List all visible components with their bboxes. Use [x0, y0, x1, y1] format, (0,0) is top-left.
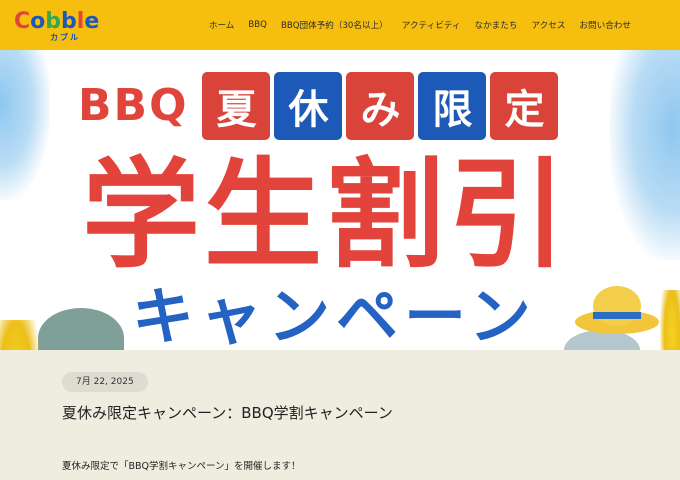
- site-header: Cobble カブル ホーム BBQ BBQ団体予約（30名以上） アクティビテ…: [0, 0, 680, 50]
- straw-hat-icon: [575, 286, 659, 334]
- hero-banner: BBQ 夏 休 み 限 定 学生割引 キャンペーン: [0, 50, 680, 350]
- hero-tag: 限: [418, 72, 487, 140]
- logo-subtext: カブル: [50, 33, 80, 42]
- post-content: 7月 22, 2025 夏休み限定キャンペーン：BBQ学割キャンペーン 夏休み限…: [42, 350, 680, 480]
- sky-decoration-right: [610, 50, 680, 260]
- nav-access[interactable]: アクセス: [524, 19, 572, 31]
- main-nav: ホーム BBQ BBQ団体予約（30名以上） アクティビティ なかまたち アクセ…: [202, 0, 638, 50]
- sky-decoration-left: [0, 50, 50, 200]
- hero-tag: 休: [274, 72, 343, 140]
- hero-tag: 夏: [202, 72, 271, 140]
- hero-title: 学生割引: [82, 146, 571, 284]
- hero-bbq-text: BBQ: [78, 80, 189, 131]
- hero-campaign: キャンペーン: [132, 280, 537, 351]
- post-date-badge: 7月 22, 2025: [62, 372, 148, 392]
- nav-activity[interactable]: アクティビティ: [395, 19, 468, 31]
- rock-character-left: [38, 308, 124, 350]
- nav-home[interactable]: ホーム: [202, 19, 242, 31]
- post-body: 夏休み限定で「BBQ学割キャンペーン」を開催します！: [62, 461, 301, 472]
- leaf-decoration-left: [0, 320, 40, 350]
- nav-bbq[interactable]: BBQ: [241, 20, 274, 30]
- post-title: 夏休み限定キャンペーン：BBQ学割キャンペーン: [62, 404, 393, 422]
- hero-tag-row: BBQ 夏 休 み 限 定: [78, 72, 559, 140]
- leaf-decoration-right: [660, 290, 680, 350]
- nav-friends[interactable]: なかまたち: [467, 19, 524, 31]
- hero-tag: 定: [490, 72, 559, 140]
- logo-text: Cobble: [14, 9, 100, 34]
- nav-contact[interactable]: お問い合わせ: [572, 19, 638, 31]
- site-logo[interactable]: Cobble カブル: [14, 10, 114, 46]
- hero-tag: み: [346, 72, 415, 140]
- nav-bbq-group[interactable]: BBQ団体予約（30名以上）: [274, 19, 395, 31]
